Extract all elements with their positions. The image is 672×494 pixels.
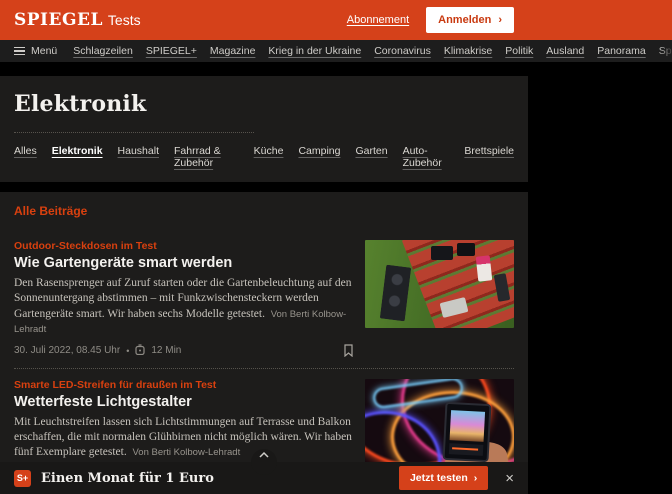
article-kicker[interactable]: Outdoor-Steckdosen im Test — [14, 240, 354, 252]
jetzt-testen-button[interactable]: Jetzt testen › — [399, 466, 488, 490]
chevron-right-icon: › — [474, 472, 478, 484]
article-title[interactable]: Wie Gartengeräte smart werden — [14, 255, 354, 271]
tab-camping[interactable]: Camping — [298, 145, 340, 169]
nav-item-klimakrise[interactable]: Klimakrise — [444, 45, 492, 57]
category-tabs: Alles Elektronik Haushalt Fahrrad & Zube… — [14, 145, 514, 169]
tab-fahrrad-zubehoer[interactable]: Fahrrad & Zubehör — [174, 145, 239, 169]
nav-item-magazine[interactable]: Magazine — [210, 45, 256, 57]
spiegel-logo[interactable]: SPIEGEL Tests — [14, 10, 141, 30]
close-icon[interactable]: × — [505, 471, 514, 486]
logo-suffix: Tests — [108, 12, 141, 28]
tab-elektronik[interactable]: Elektronik — [52, 145, 103, 169]
hamburger-icon — [14, 47, 25, 56]
reading-time-icon — [135, 344, 145, 358]
article-teaser[interactable]: Outdoor-Steckdosen im Test Wie Gartenger… — [14, 240, 514, 358]
smart-plug-graphic — [431, 246, 453, 260]
nav-item-spiegel-plus[interactable]: SPIEGEL+ — [146, 45, 197, 57]
meta-separator: • — [126, 346, 129, 356]
tab-haushalt[interactable]: Haushalt — [118, 145, 159, 169]
article-text: Outdoor-Steckdosen im Test Wie Gartenger… — [14, 240, 354, 358]
anmelden-button[interactable]: Anmelden › — [426, 7, 514, 33]
bookmark-icon[interactable] — [343, 344, 354, 357]
nav-item-panorama[interactable]: Panorama — [597, 45, 645, 57]
top-header-inner: SPIEGEL Tests Abonnement Anmelden › — [0, 0, 528, 40]
divider — [14, 132, 254, 133]
feed-heading: Alle Beiträge — [14, 204, 514, 218]
cta-label: Jetzt testen — [410, 472, 468, 484]
tab-brettspiele[interactable]: Brettspiele — [464, 145, 514, 169]
nav-item-schlagzeilen[interactable]: Schlagzeilen — [73, 45, 133, 57]
abonnement-link[interactable]: Abonnement — [347, 14, 409, 26]
nav-item-coronavirus[interactable]: Coronavirus — [374, 45, 431, 57]
article-thumbnail-garden-plugs[interactable] — [365, 240, 514, 328]
tab-garten[interactable]: Garten — [355, 145, 387, 169]
chevron-right-icon: › — [498, 15, 502, 26]
tab-alles[interactable]: Alles — [14, 145, 37, 169]
article-read-time: 12 Min — [151, 345, 181, 356]
banner-offer-text: Einen Monat für 1 Euro — [41, 471, 214, 486]
anmelden-label: Anmelden — [438, 14, 491, 26]
subscription-banner: S+ Einen Monat für 1 Euro Jetzt testen ›… — [0, 462, 528, 494]
tab-auto-zubehoer[interactable]: Auto-Zubehör — [403, 145, 450, 169]
nav-item-politik[interactable]: Politik — [505, 45, 533, 57]
article-meta: 30. Juli 2022, 08.45 Uhr • 12 Min — [14, 344, 354, 358]
nav-item-ausland[interactable]: Ausland — [546, 45, 584, 57]
tab-kueche[interactable]: Küche — [254, 145, 284, 169]
nav-items: Schlagzeilen SPIEGEL+ Magazine Krieg in … — [73, 45, 672, 57]
article-thumbnail-led-strips[interactable] — [365, 379, 514, 467]
divider — [14, 368, 514, 369]
logo-wordmark: SPIEGEL — [14, 10, 103, 30]
main-nav: Menü Schlagzeilen SPIEGEL+ Magazine Krie… — [0, 40, 672, 62]
smart-plug-graphic — [476, 255, 493, 281]
article-kicker[interactable]: Smarte LED-Streifen für draußen im Test — [14, 379, 354, 391]
nav-item-sport-clipped[interactable]: Sport — [659, 45, 672, 57]
article-title[interactable]: Wetterfeste Lichtgestalter — [14, 394, 354, 410]
article-author: Von Berti Kolbow-Lehradt — [132, 447, 240, 458]
article-date: 30. Juli 2022, 08.45 Uhr — [14, 345, 120, 356]
top-header: SPIEGEL Tests Abonnement Anmelden › — [0, 0, 672, 40]
nav-item-krieg-in-der-ukraine[interactable]: Krieg in der Ukraine — [268, 45, 361, 57]
smart-plug-graphic — [457, 243, 475, 256]
banner-expand-tab[interactable] — [251, 449, 277, 475]
menu-button[interactable]: Menü — [14, 45, 57, 57]
menu-label: Menü — [31, 45, 57, 57]
smartphone-graphic — [443, 401, 492, 461]
spiegel-plus-badge: S+ — [14, 470, 31, 487]
page-title: Elektronik — [14, 91, 514, 117]
article-teaser-text: Den Rasensprenger auf Zuruf starten oder… — [14, 276, 354, 338]
smart-plug-graphic — [380, 265, 411, 322]
chevron-up-icon — [258, 449, 270, 461]
header-actions: Abonnement Anmelden › — [347, 7, 514, 33]
category-panel: Elektronik Alles Elektronik Haushalt Fah… — [0, 76, 528, 182]
page: SPIEGEL Tests Abonnement Anmelden › Menü… — [0, 0, 672, 494]
article-teaser-text: Mit Leuchtstreifen lassen sich Lichtstim… — [14, 415, 354, 461]
